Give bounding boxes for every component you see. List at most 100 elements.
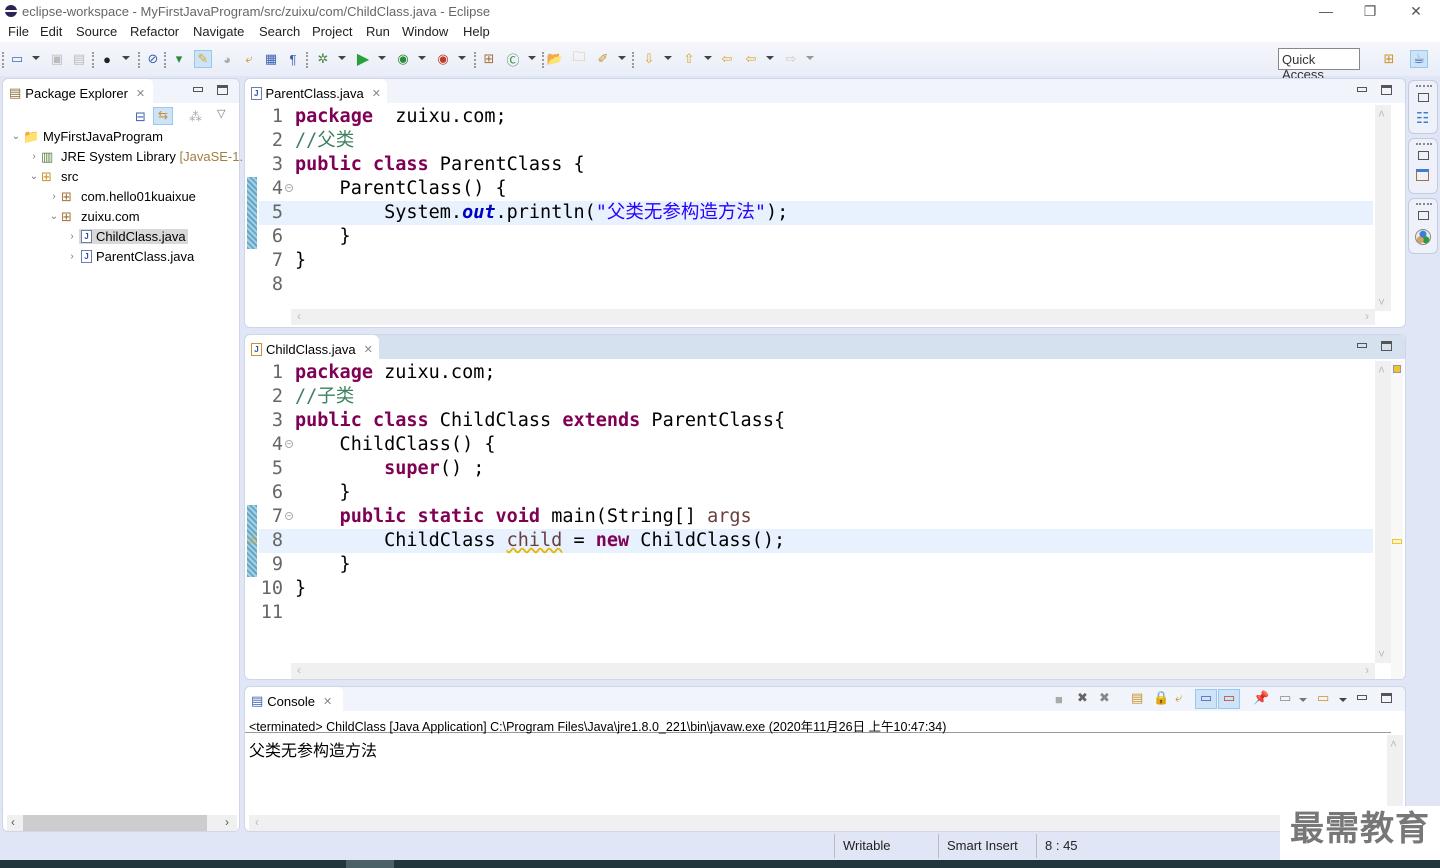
close-tab-icon[interactable]: ✕	[323, 695, 332, 708]
collapsed-chevron-icon[interactable]: ›	[47, 191, 61, 202]
code-line[interactable]: 5 System.out.println("父类无参构造方法");	[259, 201, 1373, 225]
fold-collapse-icon[interactable]: −	[285, 184, 293, 192]
tab-package-explorer[interactable]: ▤ Package Explorer ✕	[3, 79, 153, 103]
vertical-scrollbar[interactable]: ˄ ˅	[1375, 105, 1391, 311]
profile-dropdown-icon[interactable]	[122, 56, 130, 60]
scrollbar-thumb[interactable]	[23, 815, 207, 831]
menu-project[interactable]: Project	[312, 24, 352, 39]
view-menu-icon[interactable]: ▽	[217, 107, 225, 120]
code-line[interactable]: 10}	[259, 577, 1373, 601]
taskbar-item[interactable]	[346, 860, 394, 868]
show-whitespace-icon[interactable]: ▦	[262, 50, 280, 68]
tree-item-file[interactable]: › J ParentClass.java	[65, 246, 194, 266]
fold-collapse-icon[interactable]: −	[285, 512, 293, 520]
tree-item-package[interactable]: › ⊞ com.hello01kuaixue	[47, 186, 196, 206]
expanded-chevron-icon[interactable]: ⌄	[47, 211, 61, 222]
code-line[interactable]: 7}	[259, 249, 1373, 273]
search-dropdown-icon[interactable]	[618, 56, 626, 60]
scroll-down-icon[interactable]: ˅	[1378, 647, 1385, 661]
maximize-view-icon[interactable]	[217, 85, 228, 95]
scroll-left-icon[interactable]: ‹	[255, 815, 259, 829]
tab-parentclass[interactable]: J ParentClass.java ✕	[245, 79, 387, 103]
code-line[interactable]: 3 public class ParentClass {	[259, 153, 1373, 177]
profile-icon[interactable]: ●	[98, 50, 116, 68]
code-line[interactable]: 2 //父类	[259, 129, 1373, 153]
vertical-scrollbar[interactable]: ˄	[1387, 735, 1403, 811]
scroll-right-icon[interactable]: ›	[1365, 663, 1369, 677]
restore-button[interactable]: ❐	[1350, 0, 1390, 22]
open-console-icon[interactable]: ▭	[1317, 690, 1329, 706]
scroll-right-icon[interactable]: ›	[225, 815, 229, 829]
menu-navigate[interactable]: Navigate	[193, 24, 244, 39]
tree-item-jre[interactable]: › ▥ JRE System Library [JavaSE-1.	[27, 146, 243, 166]
horizontal-scrollbar[interactable]: ‹ ›	[291, 309, 1375, 325]
coverage-icon[interactable]: ◉	[394, 50, 412, 68]
tab-console[interactable]: ▤ Console ✕	[245, 687, 343, 711]
code-line[interactable]: 4− ChildClass() {	[259, 433, 1373, 457]
run-dropdown-icon[interactable]	[378, 56, 386, 60]
code-line[interactable]: 4− ParentClass() {	[259, 177, 1373, 201]
warning-summary-icon[interactable]	[1393, 365, 1401, 373]
code-line[interactable]: 9 }	[259, 553, 1373, 577]
close-tab-icon[interactable]: ✕	[372, 87, 381, 100]
java-perspective-icon[interactable]: ☕	[1410, 50, 1428, 68]
code-line[interactable]: 5 super() ;	[259, 457, 1373, 481]
maximize-view-icon[interactable]	[1381, 693, 1392, 703]
outline-icon[interactable]: ☷	[1416, 109, 1429, 127]
minimize-editor-icon[interactable]	[1357, 343, 1367, 348]
menu-run[interactable]: Run	[366, 24, 390, 39]
toggle-block-icon[interactable]: ◕	[218, 50, 236, 68]
warning-marker-icon[interactable]: ⚠	[248, 533, 258, 546]
collapse-all-icon[interactable]: ⊟	[135, 109, 146, 125]
warning-overview-marker[interactable]	[1392, 539, 1402, 544]
save-icon[interactable]: ▣	[48, 50, 66, 68]
tree-item-project[interactable]: ⌄ 📁 MyFirstJavaProgram	[9, 126, 163, 146]
code-line[interactable]: 2 //子类	[259, 385, 1373, 409]
menu-window[interactable]: Window	[402, 24, 448, 39]
next-annotation-icon[interactable]: ⇩	[640, 50, 658, 68]
close-tab-icon[interactable]: ✕	[136, 87, 145, 100]
scroll-left-icon[interactable]: ‹	[11, 815, 15, 829]
menu-source[interactable]: Source	[76, 24, 117, 39]
skip-breakpoints-icon[interactable]: ⊘	[144, 50, 162, 68]
code-line[interactable]: 6 }	[259, 481, 1373, 505]
code-area-child[interactable]: 1 package zuixu.com; 2 //子类 3 public class Ch…	[259, 361, 1373, 625]
debug-dropdown-icon[interactable]	[338, 56, 346, 60]
prev-annotation-dropdown-icon[interactable]	[704, 56, 712, 60]
open-folder-icon[interactable]: 🗀	[570, 49, 588, 68]
code-line[interactable]: 8 ChildClass child = new ChildClass();	[259, 529, 1373, 553]
tree-item-file-selected[interactable]: › J ChildClass.java	[65, 226, 188, 246]
terminate-icon[interactable]: ■	[1055, 692, 1063, 707]
new-class-dropdown-icon[interactable]	[528, 56, 536, 60]
display-console-dropdown-icon[interactable]	[1299, 698, 1307, 702]
external-tools-dropdown-icon[interactable]	[458, 56, 466, 60]
new-dropdown-icon[interactable]	[32, 56, 40, 60]
code-line[interactable]: 1 package zuixu.com;	[259, 105, 1373, 129]
menu-file[interactable]: File	[8, 24, 29, 39]
clear-console-icon[interactable]: ▤	[1131, 690, 1143, 706]
back-dropdown-icon[interactable]	[766, 56, 774, 60]
maximize-editor-icon[interactable]	[1381, 341, 1392, 351]
code-line[interactable]: 7− public static void main(String[] args	[259, 505, 1373, 529]
close-tab-icon[interactable]: ✕	[364, 343, 373, 356]
show-on-stderr-icon[interactable]: ▭	[1218, 689, 1240, 709]
horizontal-scrollbar[interactable]: ‹ ›	[7, 815, 237, 831]
menu-help[interactable]: Help	[463, 24, 490, 39]
collapsed-chevron-icon[interactable]: ›	[65, 251, 79, 262]
vertical-scrollbar[interactable]: ˄ ˅	[1375, 361, 1391, 663]
tree-item-package[interactable]: ⌄ ⊞ zuixu.com	[47, 206, 140, 226]
scroll-up-icon[interactable]: ˄	[1390, 737, 1397, 751]
restore-view-icon[interactable]	[1418, 151, 1429, 160]
search-icon[interactable]: ✐	[594, 50, 612, 68]
display-console-icon[interactable]: ▭	[1279, 690, 1291, 706]
scroll-lock-icon[interactable]: 🔒	[1153, 690, 1169, 706]
minimize-editor-icon[interactable]	[1357, 87, 1367, 92]
run-icon[interactable]: ▶	[354, 50, 372, 68]
coverage-dropdown-icon[interactable]	[418, 56, 426, 60]
scroll-left-icon[interactable]: ‹	[297, 663, 301, 677]
quick-access-input[interactable]: Quick Access	[1278, 48, 1360, 82]
scroll-down-icon[interactable]: ˅	[1378, 295, 1385, 309]
remove-all-launches-icon[interactable]: ✖	[1099, 690, 1110, 706]
code-line[interactable]: 8	[259, 273, 1373, 297]
maximize-editor-icon[interactable]	[1381, 85, 1392, 95]
